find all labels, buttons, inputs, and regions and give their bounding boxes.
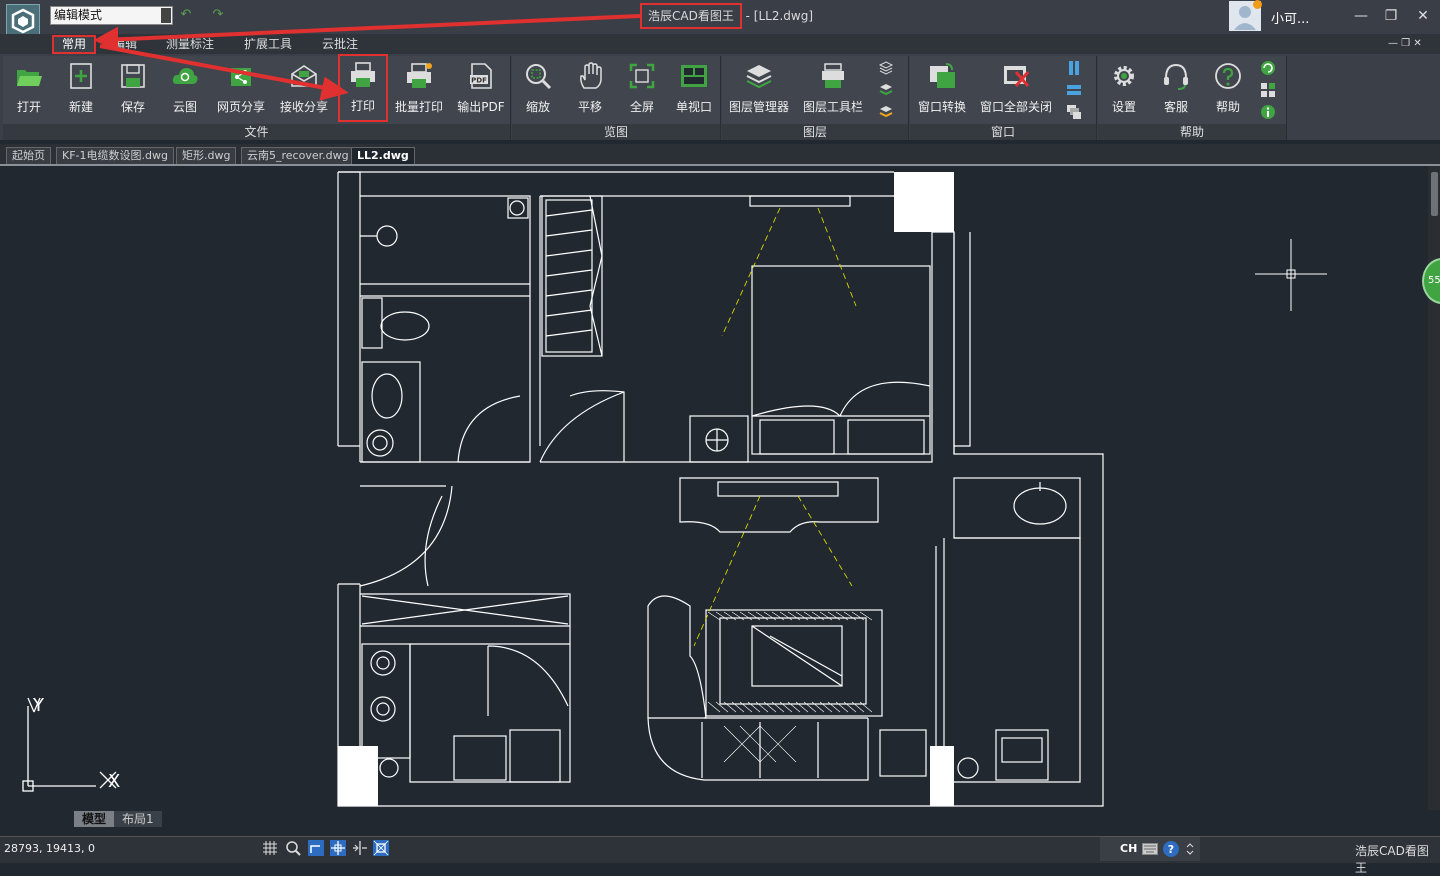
doc-tab-ll2[interactable]: LL2.dwg — [351, 147, 415, 164]
ortho-icon[interactable] — [308, 840, 324, 856]
cursor-coordinates: 28793, 19413, 0 — [4, 842, 95, 855]
ime-indicator[interactable]: CH ? — [1100, 837, 1200, 861]
zoom-status-icon[interactable] — [285, 840, 301, 856]
snap-icon[interactable] — [330, 840, 346, 856]
svg-text:?: ? — [1168, 843, 1174, 856]
grid-icon[interactable] — [262, 840, 278, 856]
layout-tab-model[interactable]: 模型 — [74, 811, 115, 827]
floor-plan-drawing: Y X — [22, 171, 1327, 807]
doc-tab-rectangle[interactable]: 矩形.dwg — [176, 147, 237, 164]
keyboard-icon — [1142, 843, 1158, 855]
scrollbar-thumb[interactable] — [1431, 172, 1438, 216]
status-brand: 浩辰CAD看图王 — [1355, 844, 1429, 875]
status-bar: 28793, 19413, 0 CH ? 浩辰CAD看图王 — [0, 836, 1440, 875]
layout-tab-bar: 模型 布局1 — [0, 810, 1440, 828]
drawing-canvas[interactable]: Y X — [0, 166, 1428, 810]
ime-language: CH — [1120, 842, 1138, 855]
help-circle-icon: ? — [1163, 841, 1179, 857]
document-tab-bar: 起始页 KF-1电缆数设图.dwg 矩形.dwg 云南5_recover.dwg… — [0, 144, 1440, 166]
ucs-x-label: X — [108, 771, 120, 792]
chevron-updown-icon — [1186, 843, 1194, 855]
doc-tab-yunnan5[interactable]: 云南5_recover.dwg — [241, 147, 355, 164]
doc-tab-start-page[interactable]: 起始页 — [6, 147, 51, 164]
object-snap-icon[interactable] — [373, 840, 389, 856]
annotation-arrows — [93, 14, 641, 101]
doc-tab-kf1[interactable]: KF-1电缆数设图.dwg — [56, 147, 174, 164]
ucs-y-label: Y — [32, 695, 45, 716]
layout-tab-layout1[interactable]: 布局1 — [114, 811, 162, 827]
polar-tracking-icon[interactable] — [352, 840, 368, 856]
